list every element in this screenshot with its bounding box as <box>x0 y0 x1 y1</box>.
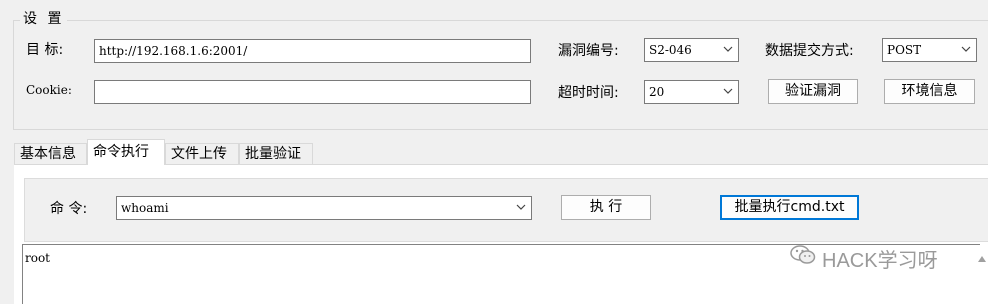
batch-execute-button[interactable]: 批量执行cmd.txt <box>720 195 859 220</box>
output-text: root <box>25 251 51 265</box>
tab-file-upload[interactable]: 文件上传 <box>165 143 239 164</box>
watermark-text: HACK学习呀 <box>822 249 938 272</box>
watermark: HACK学习呀 <box>790 244 938 272</box>
target-label: 目 标: <box>26 42 64 58</box>
tab-basic-info[interactable]: 基本信息 <box>14 143 87 164</box>
timeout-select[interactable]: 20 <box>644 80 739 104</box>
target-url-input[interactable]: http://192.168.1.6:2001/ <box>94 39 531 63</box>
command-value: whoami <box>121 201 169 215</box>
chevron-down-icon <box>722 41 734 57</box>
scrollbar-up-arrow-icon[interactable] <box>976 244 988 274</box>
submit-method-label: 数据提交方式: <box>765 43 854 59</box>
wechat-icon <box>790 244 816 272</box>
submit-method-value: POST <box>887 43 922 57</box>
cookie-input[interactable] <box>94 80 531 104</box>
execute-button[interactable]: 执 行 <box>561 195 651 220</box>
timeout-label: 超时时间: <box>558 85 619 101</box>
chevron-down-icon <box>960 41 972 57</box>
timeout-value: 20 <box>649 85 665 99</box>
command-label: 命 令: <box>50 201 88 217</box>
tab-command-exec[interactable]: 命令执行 <box>87 139 165 165</box>
chevron-down-icon <box>515 199 527 215</box>
vuln-id-select[interactable]: S2-046 <box>644 38 739 62</box>
vuln-id-label: 漏洞编号: <box>558 43 619 59</box>
settings-group-title: 设 置 <box>20 8 68 28</box>
chevron-down-icon <box>722 83 734 99</box>
tab-batch-verify[interactable]: 批量验证 <box>239 143 313 164</box>
cookie-label: Cookie: <box>26 83 72 97</box>
settings-group <box>13 20 988 130</box>
submit-method-select[interactable]: POST <box>882 38 977 62</box>
env-info-button[interactable]: 环境信息 <box>884 79 975 104</box>
verify-vuln-button[interactable]: 验证漏洞 <box>768 79 858 104</box>
command-input[interactable]: whoami <box>116 196 532 220</box>
vuln-id-value: S2-046 <box>649 43 692 57</box>
